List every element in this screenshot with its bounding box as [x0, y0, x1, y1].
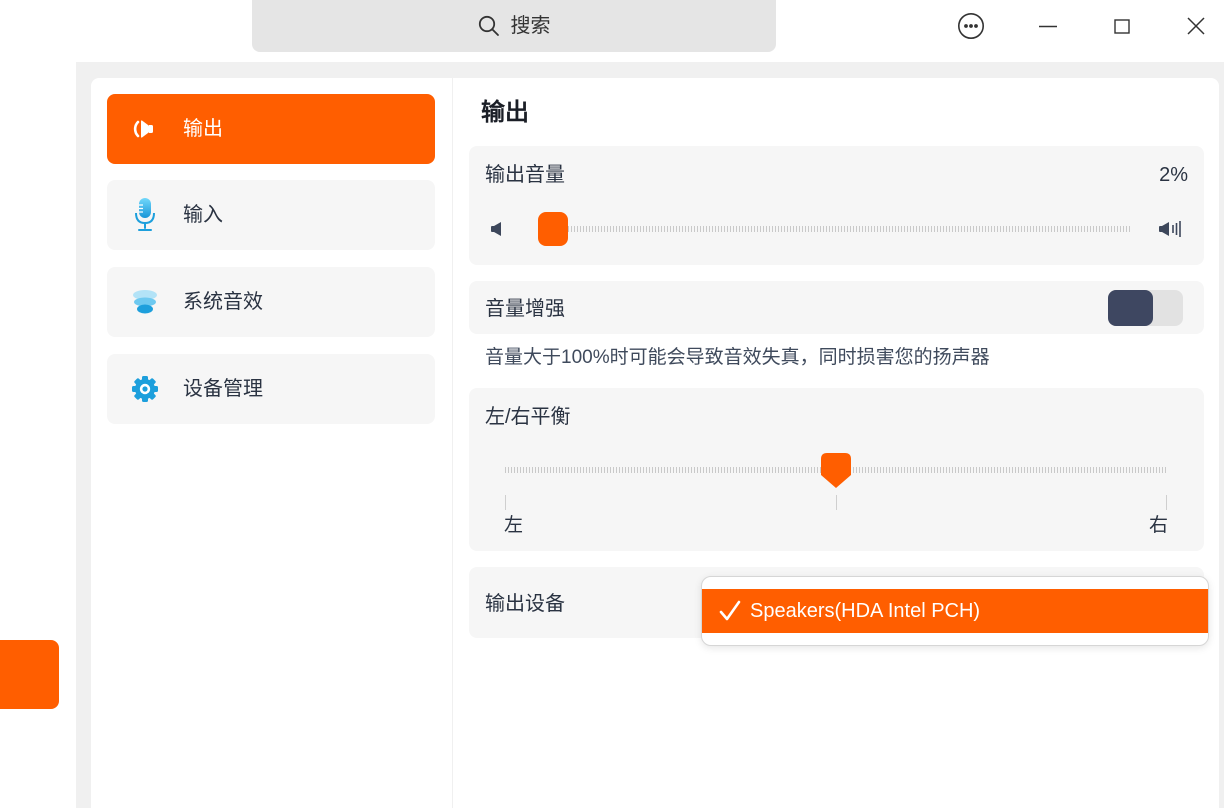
- tick-left: [505, 495, 506, 510]
- balance-label: 左/右平衡: [485, 406, 571, 428]
- volume-slider-handle[interactable]: [537, 212, 568, 246]
- sidebar-item-label: 输入: [183, 204, 223, 226]
- sidebar-item-input[interactable]: 输入: [107, 180, 435, 250]
- minimize-icon: [1039, 25, 1057, 28]
- volume-slider[interactable]: [537, 212, 1132, 246]
- sidebar-item-label: 输出: [183, 118, 223, 140]
- output-device-label: 输出设备: [485, 593, 565, 615]
- toggle-knob: [1108, 290, 1153, 326]
- search-box[interactable]: 搜索: [252, 0, 776, 52]
- volume-high-icon[interactable]: [1159, 220, 1183, 238]
- more-button[interactable]: [953, 8, 989, 44]
- output-device-dropdown: Speakers(HDA Intel PCH): [701, 576, 1209, 646]
- maximize-button[interactable]: [1104, 8, 1140, 44]
- checkmark-icon: [719, 600, 741, 621]
- microphone-icon: [127, 197, 163, 233]
- sidebar-panel: 输出 输入 系统音效 设备管理: [91, 78, 452, 808]
- gear-icon: [127, 371, 163, 407]
- nav-item-selected[interactable]: [0, 640, 59, 709]
- volume-slider-track[interactable]: [541, 226, 1132, 232]
- system-sound-icon: [127, 284, 163, 320]
- output-volume-card: 输出音量 2%: [469, 146, 1204, 265]
- close-button[interactable]: [1178, 8, 1214, 44]
- speaker-icon: [127, 111, 163, 147]
- volume-boost-toggle[interactable]: [1108, 290, 1183, 326]
- sidebar-item-system-sound[interactable]: 系统音效: [107, 267, 435, 337]
- content-panel: 输出 输出音量 2% 音量增强 音量大于100%时可能会导致音效失真，同时损害您…: [453, 78, 1219, 808]
- sidebar-item-device-management[interactable]: 设备管理: [107, 354, 435, 424]
- search-icon: [478, 15, 499, 36]
- volume-low-icon[interactable]: [490, 221, 504, 237]
- page-title: 输出: [481, 99, 529, 126]
- minimize-button[interactable]: [1030, 8, 1066, 44]
- maximize-icon: [1114, 19, 1130, 34]
- dropdown-option-label: Speakers(HDA Intel PCH): [750, 600, 981, 622]
- close-icon: [1187, 17, 1205, 35]
- balance-ticks: [505, 495, 1167, 510]
- title-bar: 搜索: [0, 0, 1224, 62]
- balance-slider[interactable]: [505, 453, 1167, 488]
- search-placeholder: 搜索: [510, 15, 551, 37]
- volume-boost-label: 音量增强: [485, 298, 565, 320]
- sidebar-item-label: 设备管理: [183, 378, 263, 400]
- more-icon: [958, 13, 984, 39]
- dropdown-option[interactable]: Speakers(HDA Intel PCH): [702, 589, 1208, 633]
- sidebar-item-label: 系统音效: [183, 291, 263, 313]
- volume-boost-card: 音量增强: [469, 281, 1204, 334]
- balance-right-label: 右: [1149, 515, 1169, 536]
- volume-boost-description: 音量大于100%时可能会导致音效失真，同时损害您的扬声器: [485, 347, 990, 368]
- balance-left-label: 左: [504, 515, 524, 536]
- output-volume-value: 2%: [1159, 164, 1188, 186]
- output-volume-label: 输出音量: [485, 164, 565, 186]
- balance-slider-handle[interactable]: [821, 453, 851, 488]
- tick-center: [836, 495, 837, 510]
- tick-right: [1166, 495, 1167, 510]
- balance-card: 左/右平衡 左 右: [469, 388, 1204, 551]
- sidebar-item-output[interactable]: 输出: [107, 94, 435, 164]
